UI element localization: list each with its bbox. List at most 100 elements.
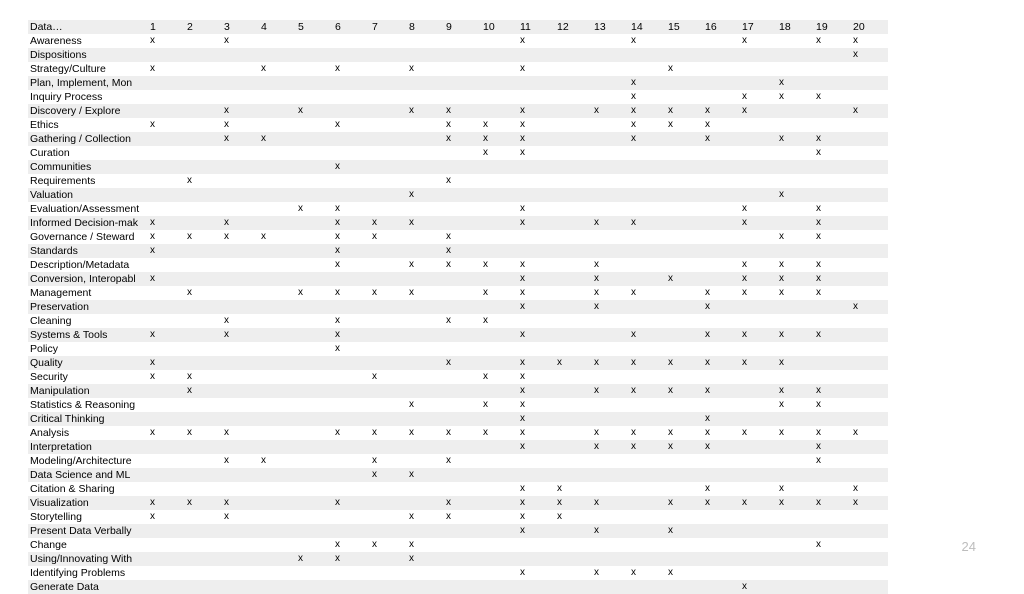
cell	[185, 62, 222, 76]
cell	[444, 328, 481, 342]
cell: x	[740, 286, 777, 300]
cell	[222, 146, 259, 160]
cell	[740, 566, 777, 580]
cell	[222, 160, 259, 174]
table-row: Curationxxx	[28, 146, 888, 160]
row-label: Quality	[28, 356, 148, 370]
cell	[518, 174, 555, 188]
cell: x	[814, 538, 851, 552]
cell	[518, 48, 555, 62]
cell	[592, 468, 629, 482]
cell: x	[222, 454, 259, 468]
cell	[703, 566, 740, 580]
cell	[629, 398, 666, 412]
cell	[370, 356, 407, 370]
cell	[666, 482, 703, 496]
cell: x	[148, 496, 185, 510]
cell: x	[629, 328, 666, 342]
cell	[518, 160, 555, 174]
cell	[148, 468, 185, 482]
cell: x	[444, 258, 481, 272]
cell	[851, 76, 888, 90]
cell	[814, 104, 851, 118]
cell: x	[444, 118, 481, 132]
cell: x	[296, 552, 333, 566]
cell: x	[185, 384, 222, 398]
cell	[148, 104, 185, 118]
cell	[185, 76, 222, 90]
cell	[592, 510, 629, 524]
table-body: AwarenessxxxxxxxDispositionsxStrategy/Cu…	[28, 34, 888, 594]
cell	[185, 160, 222, 174]
cell	[259, 314, 296, 328]
cell: x	[740, 34, 777, 48]
cell	[740, 552, 777, 566]
cell	[148, 160, 185, 174]
cell	[370, 510, 407, 524]
cell	[370, 580, 407, 594]
cell: x	[333, 286, 370, 300]
cell: x	[370, 286, 407, 300]
cell	[666, 328, 703, 342]
cell	[296, 216, 333, 230]
cell	[777, 146, 814, 160]
cell	[814, 510, 851, 524]
cell	[740, 482, 777, 496]
table-row: Awarenessxxxxxxx	[28, 34, 888, 48]
cell	[851, 258, 888, 272]
cell	[666, 132, 703, 146]
cell: x	[592, 566, 629, 580]
cell	[148, 412, 185, 426]
cell	[444, 440, 481, 454]
cell	[851, 132, 888, 146]
cell	[703, 272, 740, 286]
cell	[333, 482, 370, 496]
column-header: 14	[629, 20, 666, 34]
cell: x	[518, 146, 555, 160]
cell	[629, 524, 666, 538]
cell: x	[518, 202, 555, 216]
cell: x	[185, 496, 222, 510]
cell	[740, 188, 777, 202]
cell	[740, 76, 777, 90]
cell	[481, 538, 518, 552]
cell	[185, 48, 222, 62]
cell: x	[222, 34, 259, 48]
cell: x	[333, 496, 370, 510]
cell	[481, 300, 518, 314]
cell: x	[333, 314, 370, 328]
cell: x	[777, 132, 814, 146]
cell: x	[555, 510, 592, 524]
cell	[222, 48, 259, 62]
cell	[333, 146, 370, 160]
cell	[444, 342, 481, 356]
table-row: Gathering / Collectionxxxxxxxxx	[28, 132, 888, 146]
cell	[444, 34, 481, 48]
cell: x	[740, 356, 777, 370]
cell	[555, 48, 592, 62]
cell	[333, 412, 370, 426]
cell	[185, 356, 222, 370]
cell	[703, 398, 740, 412]
cell: x	[814, 132, 851, 146]
cell: x	[259, 230, 296, 244]
cell	[370, 552, 407, 566]
cell	[185, 202, 222, 216]
cell: x	[222, 216, 259, 230]
cell	[296, 160, 333, 174]
cell	[851, 62, 888, 76]
cell	[703, 342, 740, 356]
row-label: Strategy/Culture	[28, 62, 148, 76]
cell	[481, 342, 518, 356]
cell	[703, 524, 740, 538]
cell	[777, 300, 814, 314]
column-header: 11	[518, 20, 555, 34]
cell	[740, 412, 777, 426]
cell	[296, 76, 333, 90]
cell: x	[259, 132, 296, 146]
cell	[370, 146, 407, 160]
cell	[481, 34, 518, 48]
cell: x	[444, 104, 481, 118]
cell: x	[481, 426, 518, 440]
cell	[777, 440, 814, 454]
